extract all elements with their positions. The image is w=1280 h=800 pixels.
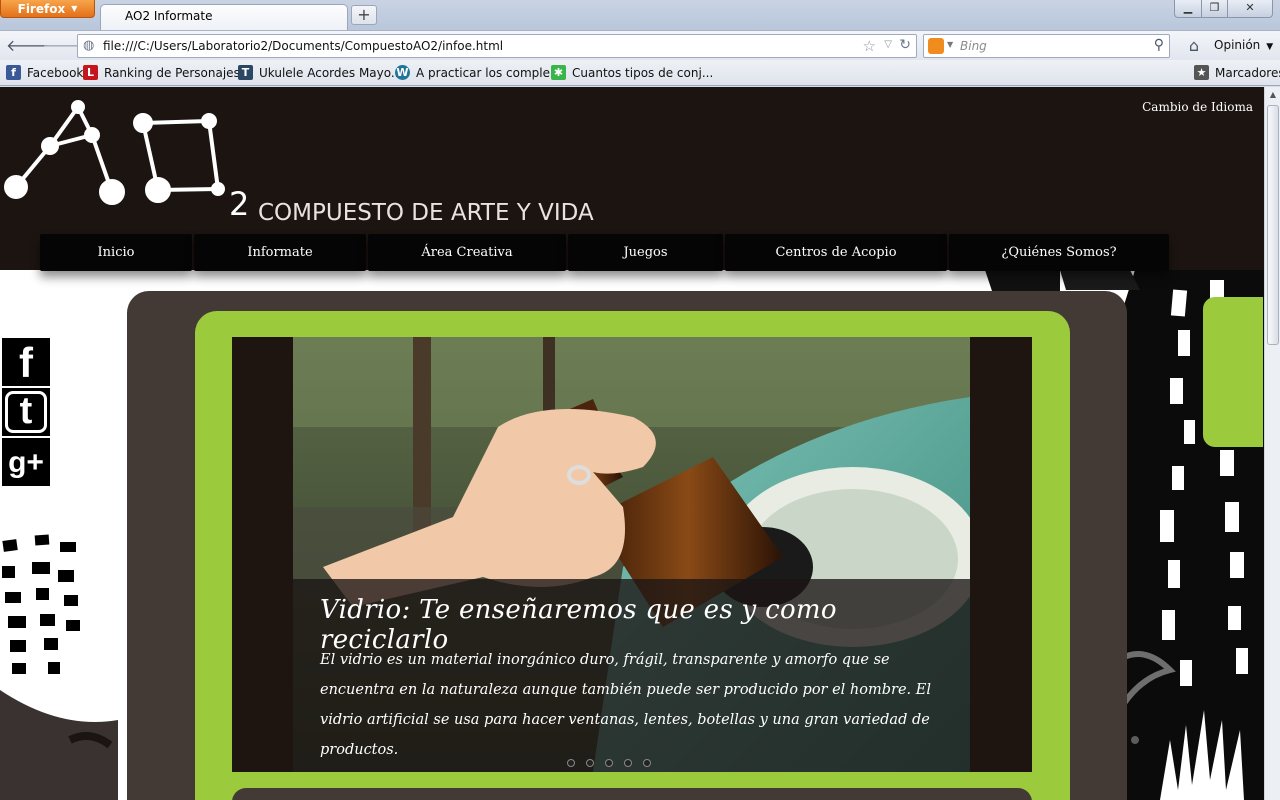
tab-ao2-informate[interactable]: AO2 Informate — [100, 4, 348, 30]
scroll-up-icon[interactable]: ▲ — [1265, 87, 1280, 103]
tumblr-icon: T — [238, 65, 253, 80]
bookmark-item[interactable]: ✱ Cuantos tipos de conj... — [551, 65, 713, 80]
bookmark-label: Ukulele Acordes Mayo... — [259, 65, 403, 80]
bookmarks-menu[interactable]: ★ Marcadores — [1194, 65, 1280, 80]
forward-arrow-icon[interactable]: 🡒 — [42, 35, 85, 57]
slider-dot[interactable] — [586, 759, 594, 767]
engine-dropdown-icon[interactable]: ▼ — [947, 40, 953, 49]
bing-engine-icon[interactable] — [928, 38, 944, 54]
reload-icon[interactable]: ↻ — [899, 37, 911, 53]
bookmarks-toolbar: f Facebook L Ranking de Personajes... T … — [0, 60, 1280, 86]
home-icon[interactable]: ⌂ — [1182, 35, 1206, 57]
navigation-toolbar: 🡐 🡒 ◍ file:///C:/Users/Laboratorio2/Docu… — [0, 30, 1280, 60]
menu-item-area-creativa[interactable]: Área Creativa — [368, 234, 566, 271]
wordpress-icon: W — [395, 65, 410, 80]
bookmark-label: Ranking de Personajes... — [104, 65, 252, 80]
chevron-down-icon: ▼ — [1266, 42, 1274, 52]
slide-photo: Vidrio: Te enseñaremos que es y como rec… — [293, 337, 970, 772]
social-buttons: f t g+ — [1, 337, 51, 487]
menu-item-centros-acopio[interactable]: Centros de Acopio — [725, 234, 947, 271]
menu-item-quienes-somos[interactable]: ¿Quiénes Somos? — [949, 234, 1169, 271]
bookmark-star-icon[interactable]: ☆ — [863, 37, 876, 55]
twitter-share-button[interactable]: t — [1, 387, 51, 437]
facebook-icon: f — [19, 339, 33, 386]
vertical-scrollbar[interactable]: ▲ — [1264, 87, 1280, 800]
ao2-logo: 2 — [4, 100, 249, 223]
slide-description: El vidrio es un material inorgánico duro… — [320, 652, 931, 758]
globe-icon: ◍ — [83, 38, 95, 53]
logo-subscript: 2 — [229, 185, 249, 223]
site-header: Cambio de Idioma 2 COMPUESTO DE ARTE Y V… — [0, 87, 1264, 271]
google-plus-icon: g+ — [8, 446, 44, 479]
twitter-icon: t — [5, 391, 47, 433]
bookmark-item[interactable]: W A practicar los comple... — [395, 65, 561, 80]
bookmarks-menu-label: Marcadores — [1215, 65, 1280, 80]
next-content-panel — [232, 788, 1032, 800]
bookmark-item[interactable]: f Facebook — [6, 65, 83, 80]
menu-item-juegos[interactable]: Juegos — [568, 234, 723, 271]
facebook-icon: f — [6, 65, 21, 80]
back-arrow-icon[interactable]: 🡐 — [6, 35, 49, 57]
menu-item-informate[interactable]: Informate — [194, 234, 366, 271]
slider-dot[interactable] — [567, 759, 575, 767]
menu-item-inicio[interactable]: Inicio — [40, 234, 192, 271]
tab-title: AO2 Informate — [125, 9, 213, 23]
bookmark-item[interactable]: L Ranking de Personajes... — [83, 65, 251, 80]
url-bar[interactable]: ◍ file:///C:/Users/Laboratorio2/Document… — [77, 34, 917, 58]
firefox-menu-button[interactable]: Firefox ▼ — [0, 0, 95, 18]
star-badge-icon: ✱ — [551, 65, 566, 80]
options-label: Opinión — [1214, 38, 1261, 52]
side-green-tab[interactable] — [1203, 297, 1263, 447]
language-switch-link[interactable]: Cambio de Idioma — [1142, 100, 1253, 114]
ranking-icon: L — [83, 65, 98, 80]
page-viewport: Cambio de Idioma 2 COMPUESTO DE ARTE Y V… — [0, 87, 1280, 800]
restore-button[interactable]: ❐ — [1201, 0, 1228, 18]
slider-dot[interactable] — [624, 759, 632, 767]
firefox-menu-label: Firefox — [17, 1, 66, 16]
slider-pagination — [567, 759, 651, 767]
new-tab-button[interactable]: + — [351, 5, 377, 25]
history-dropdown-icon[interactable]: ▽ — [884, 39, 892, 50]
search-input[interactable]: Bing — [960, 39, 987, 53]
slider-dot[interactable] — [643, 759, 651, 767]
bookmark-label: Cuantos tipos de conj... — [572, 65, 714, 80]
minimize-button[interactable]: ▁ — [1174, 0, 1202, 18]
bookmarks-star-icon: ★ — [1194, 65, 1209, 80]
title-bar: Firefox ▼ AO2 Informate + ▁ ❐ ✕ — [0, 0, 1280, 30]
url-text[interactable]: file:///C:/Users/Laboratorio2/Documents/… — [103, 39, 503, 53]
scroll-thumb[interactable] — [1267, 105, 1279, 345]
slide-caption: Vidrio: Te enseñaremos que es y como rec… — [293, 579, 970, 772]
close-window-button[interactable]: ✕ — [1227, 0, 1273, 18]
bookmark-item[interactable]: T Ukulele Acordes Mayo... — [238, 65, 402, 80]
bookmark-label: Facebook — [27, 65, 84, 80]
site-tagline: COMPUESTO DE ARTE Y VIDA — [258, 200, 594, 226]
facebook-share-button[interactable]: f — [1, 337, 51, 387]
site-menu: Inicio Informate Área Creativa Juegos Ce… — [40, 234, 1170, 271]
google-plus-share-button[interactable]: g+ — [1, 437, 51, 487]
bookmark-label: A practicar los comple... — [416, 65, 562, 80]
slider-dot[interactable] — [605, 759, 613, 767]
search-icon[interactable]: ⚲ — [1154, 37, 1164, 53]
image-slider: Vidrio: Te enseñaremos que es y como rec… — [232, 337, 1032, 772]
chevron-down-icon: ▼ — [71, 4, 78, 13]
search-bar[interactable]: ▼ Bing ⚲ — [923, 34, 1170, 58]
options-menu[interactable]: Opinión ▼ — [1214, 38, 1273, 52]
